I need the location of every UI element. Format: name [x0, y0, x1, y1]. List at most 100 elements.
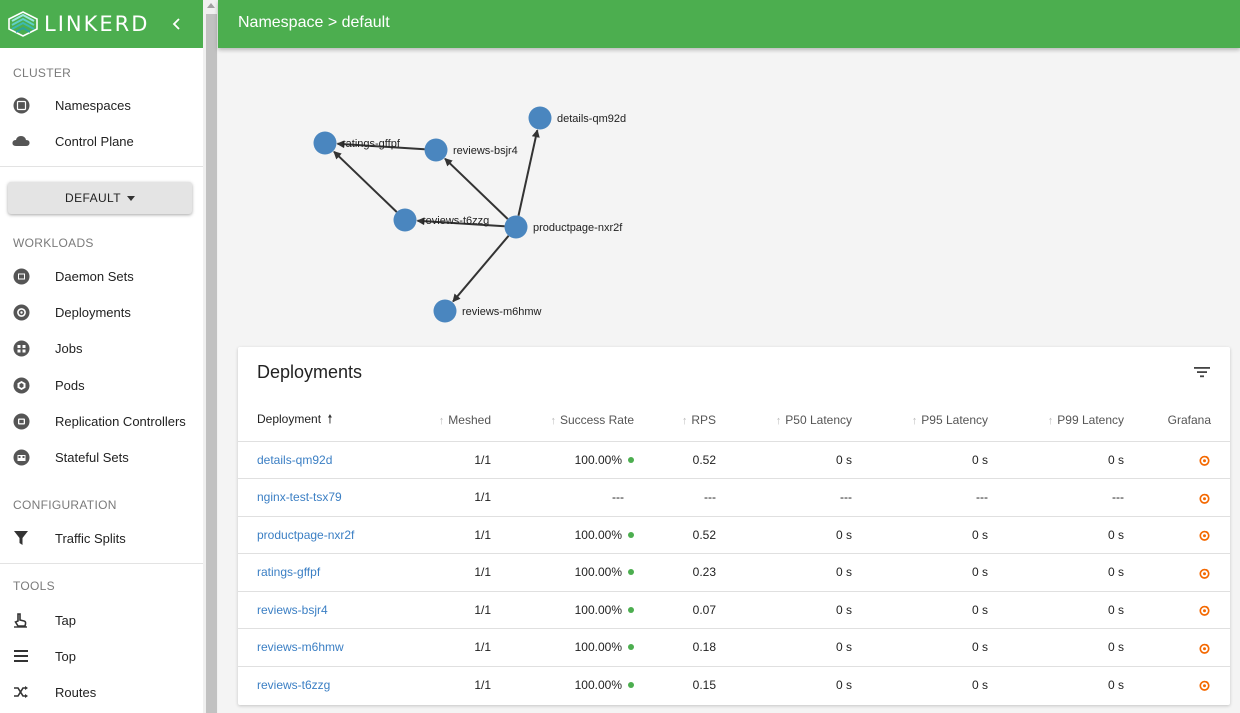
sidebar-scrollbar[interactable]	[203, 0, 218, 713]
deployment-cell: reviews-m6hmw	[238, 628, 388, 667]
sidebar-item-top[interactable]: Top	[0, 641, 203, 671]
graph-node[interactable]	[424, 138, 448, 162]
sidebar-item-namespaces[interactable]: Namespaces	[0, 90, 203, 120]
sort-arrow-icon: ↑	[775, 415, 782, 428]
deployment-link[interactable]: reviews-bsjr4	[257, 603, 328, 617]
collapse-sidebar-icon[interactable]	[169, 16, 185, 32]
deployments-table: Deployment 🠕 ↑ Meshed ↑ Success Rate ↑ RPS …	[238, 400, 1230, 704]
namespace-select-label: DEFAULT	[65, 191, 121, 205]
grafana-cell	[1124, 553, 1230, 592]
deployment-link[interactable]: productpage-nxr2f	[257, 528, 354, 542]
success-rate-cell: 100.00%	[491, 553, 634, 592]
graph-node[interactable]	[528, 106, 552, 130]
namespace-topology-graph: details-qm92d ratings-gffpf reviews-bsjr4 r…	[218, 48, 1240, 338]
grafana-icon[interactable]	[1199, 643, 1210, 654]
meshed-cell: 1/1	[388, 628, 491, 667]
sidebar-item-tap[interactable]: Tap	[0, 605, 203, 635]
sidebar-item-stateful-sets[interactable]: Stateful Sets	[0, 442, 203, 472]
p95-latency-cell: ---	[852, 478, 988, 517]
p99-latency-cell: ---	[988, 478, 1124, 517]
status-dot-icon	[628, 456, 634, 463]
shuffle-icon	[12, 683, 30, 701]
grafana-icon[interactable]	[1199, 455, 1210, 466]
column-header-label: Grafana	[1167, 413, 1211, 428]
column-header-deployment[interactable]: Deployment 🠕	[238, 400, 388, 442]
graph-edge	[452, 235, 510, 303]
sidebar-item-daemon-sets[interactable]: Daemon Sets	[0, 261, 203, 291]
table-row: nginx-test-tsx79 1/1 --- --- --- --- ---	[238, 478, 1230, 517]
p95-latency-cell: 0 s	[852, 441, 988, 479]
list-icon	[12, 647, 30, 665]
graph-node[interactable]	[313, 131, 337, 155]
namespace-select-button[interactable]: DEFAULT	[8, 182, 192, 214]
grafana-icon[interactable]	[1199, 605, 1210, 616]
replication-controller-icon	[12, 412, 30, 430]
grafana-icon[interactable]	[1199, 568, 1210, 579]
grafana-icon[interactable]	[1199, 680, 1210, 692]
sidebar-item-pods[interactable]: Pods	[0, 370, 203, 400]
sidebar-item-control-plane[interactable]: Control Plane	[0, 126, 203, 156]
graph-node[interactable]	[504, 215, 528, 239]
status-dot-icon	[628, 531, 634, 538]
sidebar-item-label: Replication Controllers	[55, 413, 186, 429]
deployment-link[interactable]: ratings-gffpf	[257, 565, 320, 579]
deployments-card: Deployments Deployment 🠕 ↑ Meshed ↑ Succes…	[238, 347, 1230, 705]
filter-list-icon[interactable]	[1193, 364, 1211, 380]
sidebar-item-replication-controllers[interactable]: Replication Controllers	[0, 406, 203, 436]
sidebar-item-jobs[interactable]: Jobs	[0, 333, 203, 363]
deployment-link[interactable]: nginx-test-tsx79	[257, 490, 342, 504]
grafana-cell	[1124, 478, 1230, 517]
p95-latency-cell: 0 s	[852, 516, 988, 554]
grafana-icon[interactable]	[1199, 530, 1210, 541]
scrollbar-thumb[interactable]	[206, 14, 217, 713]
p50-latency-cell: 0 s	[716, 591, 852, 629]
column-header-p50-latency[interactable]: ↑ P50 Latency	[716, 400, 852, 442]
column-header-label: Success Rate	[559, 413, 634, 428]
sidebar-item-label: Namespaces	[55, 97, 131, 113]
sidebar-item-label: Routes	[55, 684, 97, 700]
column-header-label: RPS	[691, 413, 716, 428]
brand-name: LINKERD	[44, 12, 150, 36]
column-header-success-rate[interactable]: ↑ Success Rate	[491, 400, 634, 442]
deployment-link[interactable]: reviews-m6hmw	[257, 640, 344, 654]
status-dot-icon	[628, 644, 634, 651]
p95-latency-cell: 0 s	[971, 678, 988, 692]
tools-heading: TOOLS	[13, 579, 55, 593]
deployment-link[interactable]: reviews-t6zzg	[257, 678, 330, 692]
sort-arrow-icon: ↑	[550, 415, 556, 428]
grafana-icon[interactable]	[1199, 493, 1210, 504]
column-header-p95-latency[interactable]: ↑ P95 Latency	[852, 400, 988, 442]
rps-cell: 0.52	[634, 516, 716, 554]
job-icon	[12, 339, 30, 357]
sidebar-item-traffic-splits[interactable]: Traffic Splits	[0, 523, 203, 553]
sidebar-item-label: Top	[55, 648, 76, 664]
success-rate-cell: ---	[491, 478, 634, 517]
graph-node-label: details-qm92d	[557, 113, 626, 125]
graph-node[interactable]	[393, 208, 417, 232]
column-header-p99-latency[interactable]: ↑ P99 Latency	[988, 400, 1124, 442]
column-header-rps[interactable]: ↑ RPS	[634, 400, 716, 442]
sidebar-item-deployments[interactable]: Deployments	[0, 297, 203, 327]
success-rate-value: ---	[612, 490, 624, 505]
sort-arrow-icon: ↑	[438, 415, 445, 428]
sidebar-item-label: Tap	[55, 612, 76, 628]
rps-cell: 0.18	[634, 628, 716, 667]
sidebar-item-label: Pods	[55, 377, 85, 393]
table-row: reviews-m6hmw 1/1 100.00% 0.18 0 s0 s0 s	[238, 628, 1230, 667]
column-header-meshed[interactable]: ↑ Meshed	[388, 400, 491, 442]
sort-arrow-icon: ↑	[681, 415, 688, 428]
sidebar-item-routes[interactable]: Routes	[0, 677, 203, 707]
table-row: productpage-nxr2f 1/1 100.00% 0.52 0 s0 s0 s	[238, 516, 1230, 554]
deployment-cell: reviews-t6zzg	[238, 666, 388, 704]
graph-node[interactable]	[433, 299, 457, 323]
graph-edge	[517, 129, 540, 216]
success-rate-cell: 100.00%	[491, 441, 634, 479]
rps-cell: 0.07	[634, 591, 716, 629]
p99-latency-cell: 0 s	[988, 591, 1124, 629]
caret-down-icon	[126, 195, 135, 201]
deployment-link[interactable]: details-qm92d	[257, 453, 332, 467]
column-header-grafana: Grafana	[1124, 400, 1230, 442]
pod-icon	[12, 376, 30, 394]
scroll-up-arrow-icon[interactable]	[207, 3, 215, 8]
namespaces-icon	[12, 96, 30, 114]
